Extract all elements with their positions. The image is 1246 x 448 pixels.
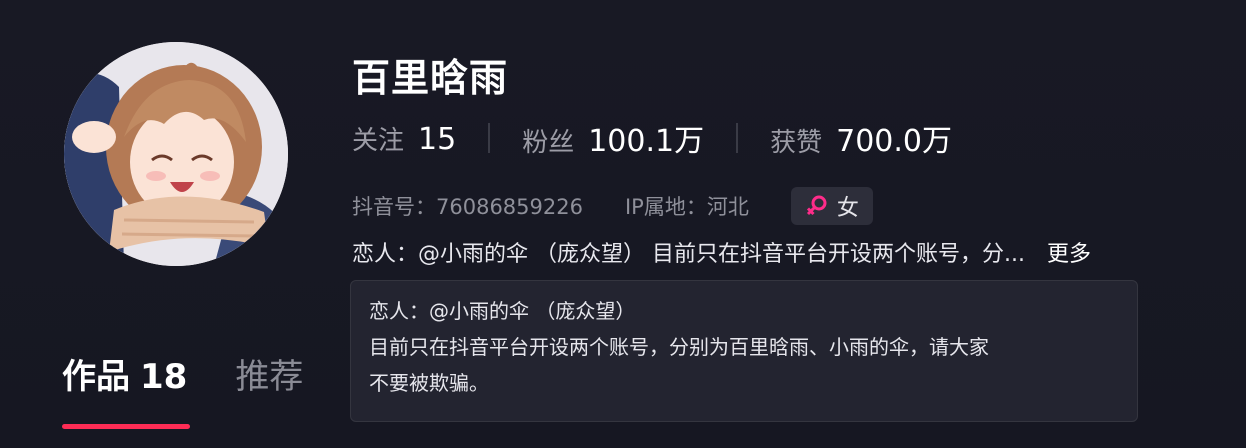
anime-girl-avatar-icon (64, 42, 288, 266)
likes-stat[interactable]: 获赞 700.0万 (770, 116, 952, 160)
profile-tabs: 作品 18 推荐 (62, 352, 303, 429)
bio: 恋人：@小雨的伞 （庞众望） 目前只在抖音平台开设两个账号，分... 更多 (352, 236, 1091, 274)
avatar[interactable] (64, 42, 288, 266)
likes-label: 获赞 (770, 128, 823, 158)
followers-label: 粉丝 (522, 128, 575, 158)
likes-value: 700.0万 (836, 124, 953, 159)
douyin-id: 抖音号：76086859226 (352, 195, 583, 219)
username: 百里晗雨 (352, 56, 509, 100)
bio-text: 恋人：@小雨的伞 （庞众望） 目前只在抖音平台开设两个账号，分... (352, 242, 1025, 267)
female-symbol-icon (806, 195, 827, 216)
tab-works-count: 18 (140, 357, 188, 397)
tab-works[interactable]: 作品 18 (62, 352, 190, 429)
stat-divider (488, 123, 491, 153)
following-stat[interactable]: 关注 15 (352, 120, 456, 157)
active-tab-indicator (62, 424, 190, 429)
tooltip-line: 目前只在抖音平台开设两个账号，分别为百里晗雨、小雨的伞，请大家 (369, 335, 989, 359)
meta-row: 抖音号：76086859226 IP属地：河北 女 (352, 186, 873, 226)
bio-tooltip: 恋人：@小雨的伞 （庞众望） 目前只在抖音平台开设两个账号，分别为百里晗雨、小雨… (350, 280, 1138, 422)
following-value: 15 (418, 121, 457, 157)
tooltip-line: 恋人：@小雨的伞 （庞众望） (369, 299, 636, 323)
tooltip-line: 不要被欺骗。 (369, 371, 489, 395)
followers-stat[interactable]: 粉丝 100.1万 (522, 116, 704, 160)
gender-label: 女 (836, 196, 859, 221)
more-button[interactable]: 更多 (1047, 242, 1091, 267)
stats-row: 关注 15 粉丝 100.1万 获赞 700.0万 (352, 116, 952, 160)
ip-location: IP属地：河北 (624, 195, 749, 219)
following-label: 关注 (352, 125, 405, 156)
tab-works-label: 作品 (62, 357, 130, 397)
gender-badge: 女 (790, 187, 873, 225)
tab-recommend[interactable]: 推荐 (235, 352, 303, 402)
followers-value: 100.1万 (588, 124, 705, 159)
stat-divider (736, 123, 739, 153)
profile-page: 百里晗雨 关注 15 粉丝 100.1万 获赞 700.0万 抖音号：76086… (0, 0, 1246, 448)
